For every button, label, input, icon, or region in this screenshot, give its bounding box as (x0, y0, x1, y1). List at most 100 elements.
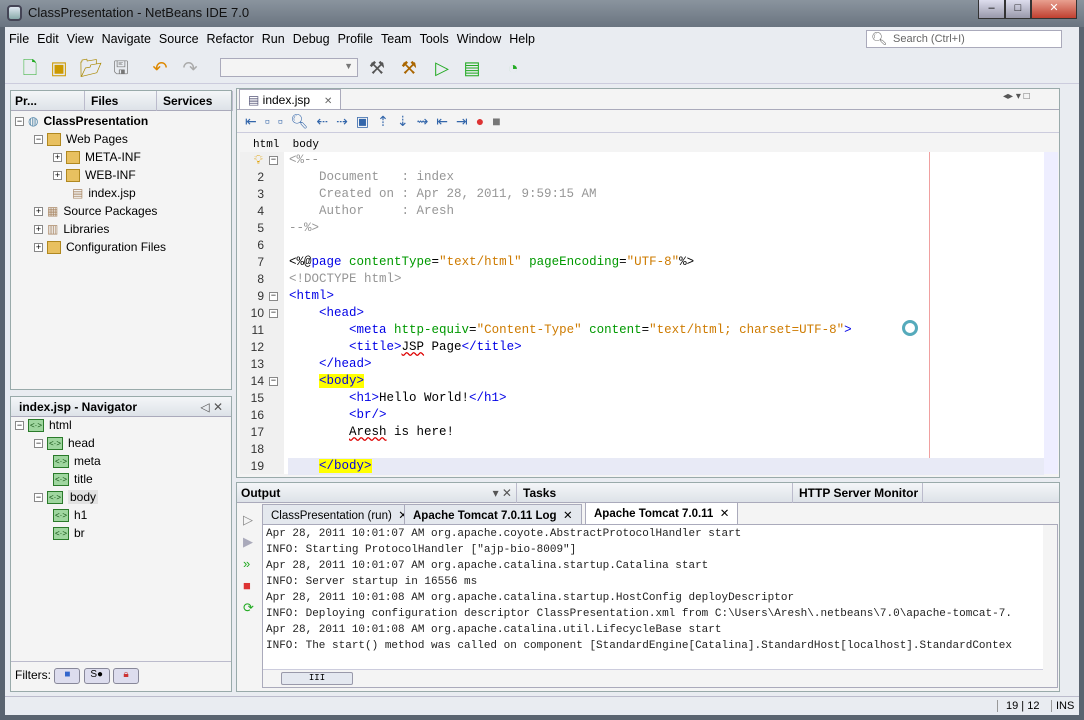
navigator-title: index.jsp - Navigator (19, 400, 138, 414)
expand-toggle-icon[interactable]: + (34, 243, 43, 253)
close-button[interactable]: ✕ (1031, 0, 1077, 19)
close-icon[interactable]: ◁ ✕ (200, 400, 223, 414)
scrollbar-thumb[interactable]: III (281, 672, 353, 685)
code-line: <body> (289, 373, 365, 390)
tab-output[interactable]: Output ▾ ✕ (237, 483, 517, 503)
collapse-toggle-icon[interactable]: − (34, 439, 43, 449)
tab-http-server-monitor[interactable]: HTTP Server Monitor (795, 483, 924, 503)
save-all-icon[interactable]: 🖫 (109, 56, 133, 80)
menu-file[interactable]: File (5, 29, 33, 49)
tree-node[interactable]: + ▦ Source Packages (34, 203, 157, 220)
menu-source[interactable]: Source (155, 29, 203, 49)
profile-icon[interactable]: ◔ (501, 56, 525, 80)
resume-icon[interactable]: » (243, 553, 259, 575)
tree-node[interactable]: + ▥ Libraries (34, 221, 109, 238)
tree-node[interactable]: − Web Pages (34, 131, 128, 148)
undo-icon[interactable]: ↶ (148, 56, 172, 80)
menu-run[interactable]: Run (258, 29, 289, 49)
tree-node[interactable]: + Configuration Files (34, 239, 166, 256)
code-editor[interactable]: 💡︎ − <%-- 2 Document : index 3 Created on :… (240, 152, 1058, 475)
stop-icon[interactable]: ■ (243, 575, 259, 597)
search-input[interactable]: 🔍︎ Search (Ctrl+I) (866, 30, 1062, 48)
tree-node-label: ClassPresentation (43, 114, 149, 128)
output-tab-run[interactable]: ClassPresentation (run) ✕ (262, 504, 417, 524)
debug-icon[interactable]: ▤ (460, 56, 484, 80)
output-horizontal-scrollbar[interactable]: III (263, 669, 1043, 687)
close-icon[interactable]: ✕ (717, 508, 730, 520)
breadcrumb-body[interactable]: body (293, 139, 319, 151)
tab-index-jsp[interactable]: ▤ index.jsp ✕ (239, 89, 342, 109)
tree-node[interactable]: + WEB-INF (53, 167, 136, 184)
new-project-icon[interactable]: ▣ (47, 56, 71, 80)
navigator-node[interactable]: − <·> html (15, 417, 72, 434)
code-token: http-equiv (386, 323, 470, 337)
rerun-with-args-icon[interactable]: ▶ (243, 531, 259, 553)
collapse-toggle-icon[interactable]: − (34, 493, 43, 503)
redo-icon[interactable]: ↷ (178, 56, 202, 80)
navigator-node[interactable]: − <·> body (34, 489, 99, 506)
line-number: 10 (250, 306, 264, 320)
menu-edit[interactable]: Edit (33, 29, 63, 49)
tree-node[interactable]: − ◍ ClassPresentation (15, 113, 148, 130)
maximize-button[interactable]: □ (1005, 0, 1031, 19)
code-token: Page (424, 340, 462, 354)
tab-projects[interactable]: Pr... (11, 91, 85, 111)
expand-toggle-icon[interactable]: + (53, 153, 62, 163)
fold-toggle-icon[interactable]: − (269, 156, 278, 165)
menu-tools[interactable]: Tools (416, 29, 453, 49)
hint-bulb-icon[interactable]: 💡︎ (254, 154, 263, 168)
navigator-node[interactable]: <·> h1 (53, 507, 87, 524)
tree-node[interactable]: ▤ index.jsp (72, 185, 136, 202)
menu-refactor[interactable]: Refactor (203, 29, 258, 49)
menu-team[interactable]: Team (377, 29, 416, 49)
clean-build-icon[interactable]: ⚒ (397, 56, 421, 80)
rerun-icon[interactable]: ▷ (243, 509, 259, 531)
navigator-node[interactable]: <·> title (53, 471, 93, 488)
expand-toggle-icon[interactable]: − (34, 135, 43, 145)
editor-vertical-scrollbar[interactable] (1044, 152, 1058, 474)
tab-navigation-icons[interactable]: ◂▸ ▾ □ (1003, 91, 1030, 102)
output-tab-tomcat[interactable]: Apache Tomcat 7.0.11 ✕ (585, 502, 739, 525)
output-log[interactable]: Apr 28, 2011 10:01:07 AM org.apache.coyo… (262, 524, 1058, 688)
close-icon[interactable]: ✕ (324, 96, 332, 107)
expand-toggle-icon[interactable]: + (34, 207, 43, 217)
output-vertical-scrollbar[interactable] (1043, 525, 1057, 687)
new-file-icon[interactable]: 🗋 (18, 56, 42, 80)
build-icon[interactable]: ⚒ (365, 56, 389, 80)
close-icon[interactable]: ▾ ✕ (493, 486, 512, 500)
menu-navigate[interactable]: Navigate (98, 29, 155, 49)
menu-window[interactable]: Window (453, 29, 505, 49)
close-icon[interactable]: ✕ (560, 510, 573, 522)
filter-private-button[interactable]: 🔒︎ (113, 668, 140, 684)
navigator-node[interactable]: <·> meta (53, 453, 101, 470)
tab-tasks[interactable]: Tasks (519, 483, 793, 503)
menu-profile[interactable]: Profile (334, 29, 377, 49)
filter-static-button[interactable]: S● (83, 668, 110, 684)
expand-toggle-icon[interactable]: + (53, 171, 62, 181)
fold-toggle-icon[interactable]: − (269, 309, 278, 318)
expand-toggle-icon[interactable]: − (15, 117, 24, 127)
fold-toggle-icon[interactable]: − (269, 292, 278, 301)
open-project-icon[interactable]: 📂︎ (79, 56, 103, 80)
editor-toolbar[interactable]: ⇤▫▫🔍︎⇠⇢▣⇡⇣⇝⇤⇥●■ (237, 109, 1059, 133)
tab-services[interactable]: Services (159, 91, 233, 111)
expand-toggle-icon[interactable]: + (34, 225, 43, 235)
main-toolbar: 🗋 ▣ 📂︎ 🖫 ↶ ↷ ⚒ ⚒ ▷ ▤ ◔ (5, 52, 1079, 84)
output-tab-tomcat-log[interactable]: Apache Tomcat 7.0.11 Log ✕ (404, 504, 582, 524)
filter-fields-button[interactable]: ■ (54, 668, 81, 684)
menu-debug[interactable]: Debug (289, 29, 334, 49)
refresh-icon[interactable]: ⟳ (243, 597, 259, 619)
minimize-button[interactable]: – (978, 0, 1005, 19)
menu-view[interactable]: View (63, 29, 98, 49)
collapse-toggle-icon[interactable]: − (15, 421, 24, 431)
line-number: 8 (257, 272, 264, 286)
navigator-node[interactable]: − <·> head (34, 435, 95, 452)
navigator-node[interactable]: <·> br (53, 525, 85, 542)
tab-files[interactable]: Files (87, 91, 157, 111)
run-icon[interactable]: ▷ (430, 56, 454, 80)
configuration-combo[interactable]: ▼ (220, 58, 358, 77)
fold-toggle-icon[interactable]: − (269, 377, 278, 386)
menu-help[interactable]: Help (505, 29, 539, 49)
tree-node[interactable]: + META-INF (53, 149, 141, 166)
breadcrumb-html[interactable]: html (253, 139, 279, 151)
